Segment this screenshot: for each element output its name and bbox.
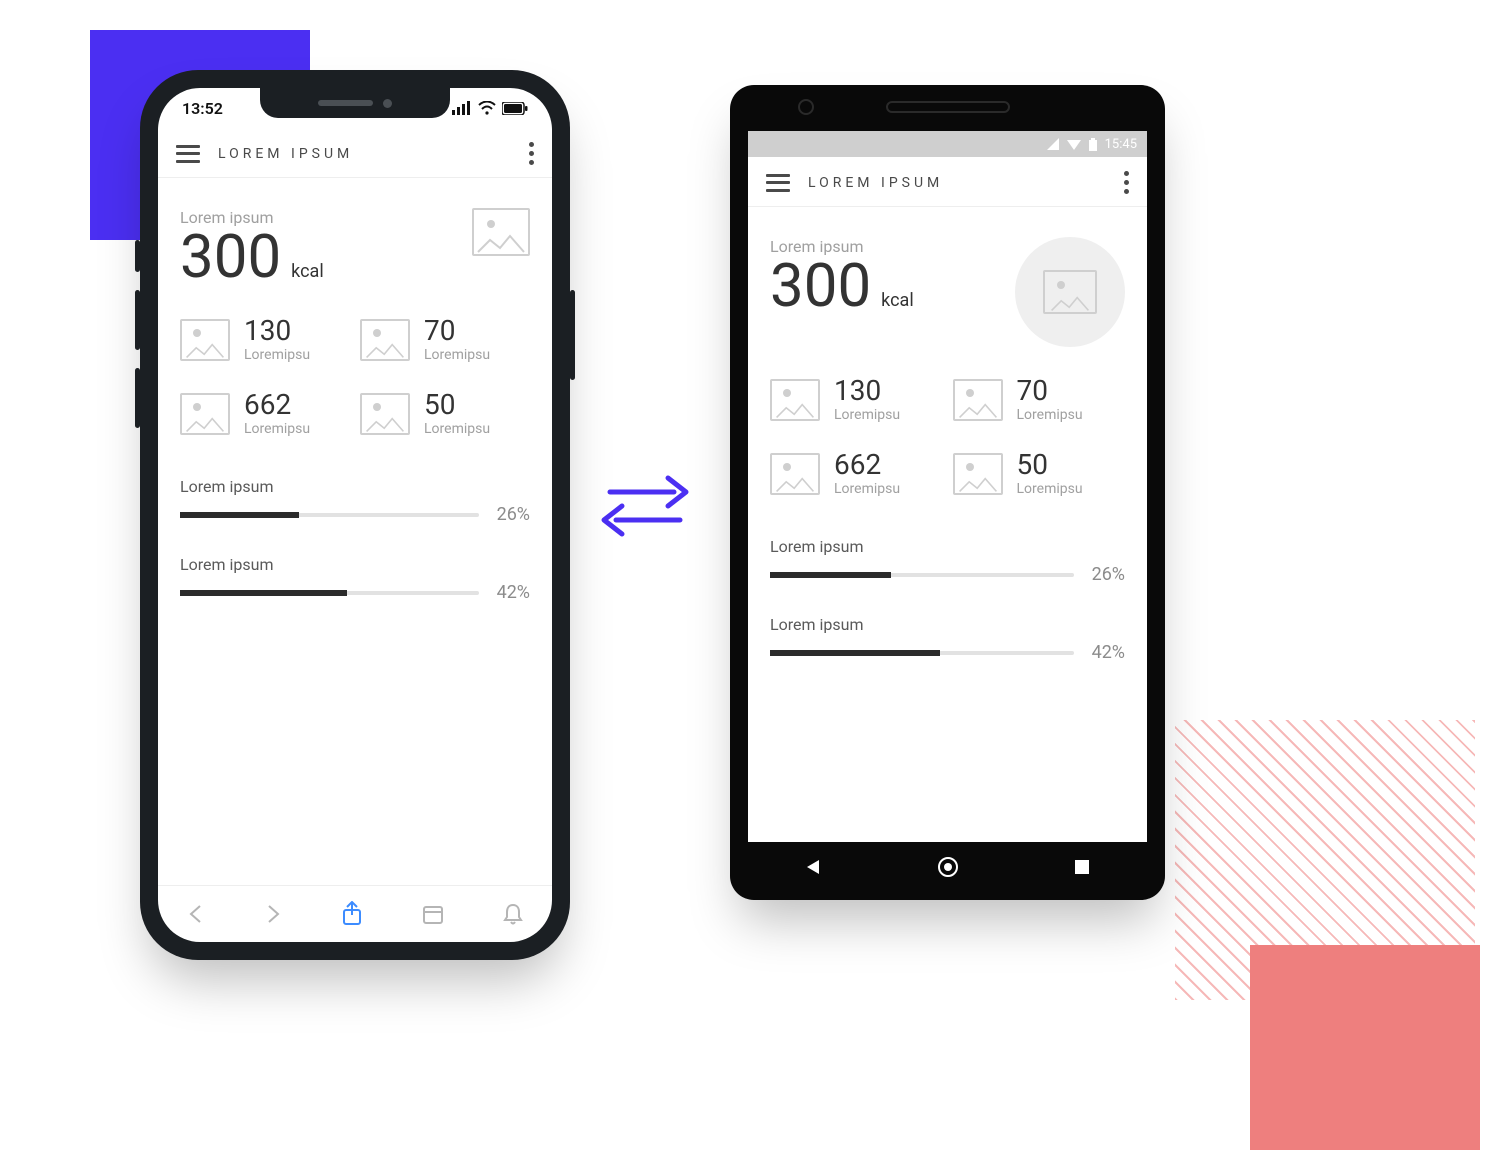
stat-item: 130 Loremipsu (770, 377, 943, 423)
stat-label: Loremipsu (1017, 407, 1083, 423)
image-placeholder-icon (360, 393, 410, 435)
image-placeholder-icon (1043, 270, 1097, 314)
signal-icon (1047, 138, 1059, 150)
image-placeholder-icon (360, 319, 410, 361)
cellular-icon (452, 101, 472, 115)
bell-icon[interactable] (503, 902, 523, 926)
ios-clock: 13:52 (182, 99, 223, 118)
wifi-icon (478, 101, 496, 115)
stat-label: Loremipsu (834, 407, 900, 423)
image-placeholder-icon (770, 379, 820, 421)
image-placeholder-icon (180, 319, 230, 361)
stat-value: 50 (1017, 451, 1083, 479)
android-nav-bar (748, 848, 1147, 886)
stat-value: 662 (834, 451, 900, 479)
swap-icon (585, 460, 705, 550)
progress-bar (180, 513, 479, 517)
android-device-frame: 15:45 LOREM IPSUM Lorem ipsum 300 kcal (730, 85, 1165, 900)
stat-value: 130 (834, 377, 900, 405)
stat-label: Loremipsu (834, 481, 900, 497)
progress-percent: 26% (1092, 564, 1125, 585)
stat-value: 70 (1017, 377, 1083, 405)
image-placeholder-icon (953, 453, 1003, 495)
share-icon[interactable] (341, 901, 363, 927)
hero-value: 300 (770, 250, 871, 321)
android-status-bar: 15:45 (748, 131, 1147, 157)
stat-label: Loremipsu (244, 347, 310, 363)
android-recents-icon[interactable] (1074, 859, 1090, 875)
android-home-icon[interactable] (937, 856, 959, 878)
more-icon[interactable] (1124, 171, 1129, 194)
stat-value: 70 (424, 317, 490, 345)
progress-label: Lorem ipsum (770, 615, 1125, 634)
android-back-icon[interactable] (805, 858, 823, 876)
progress-bar (770, 651, 1074, 655)
stat-item: 662 Loremipsu (180, 391, 350, 437)
hero-unit: kcal (881, 290, 914, 311)
wifi-icon (1067, 138, 1081, 150)
stat-label: Loremipsu (1017, 481, 1083, 497)
progress-percent: 42% (1092, 642, 1125, 663)
stat-item: 662 Loremipsu (770, 451, 943, 497)
stat-item: 130 Loremipsu (180, 317, 350, 363)
stat-value: 50 (424, 391, 490, 419)
progress-label: Lorem ipsum (180, 477, 530, 496)
stat-item: 70 Loremipsu (360, 317, 530, 363)
image-placeholder-icon (770, 453, 820, 495)
menu-icon[interactable] (766, 174, 790, 192)
iphone-device-frame: 13:52 (140, 70, 570, 960)
progress-percent: 26% (497, 504, 530, 525)
hero-unit: kcal (291, 261, 324, 282)
image-placeholder-icon (472, 208, 530, 256)
progress-label: Lorem ipsum (770, 537, 1125, 556)
stat-value: 662 (244, 391, 310, 419)
stat-item: 70 Loremipsu (953, 377, 1126, 423)
decor-coral-square (1250, 945, 1480, 1150)
tabs-icon[interactable] (422, 903, 444, 925)
progress-bar (770, 573, 1074, 577)
progress-percent: 42% (497, 582, 530, 603)
progress-bar (180, 591, 479, 595)
more-icon[interactable] (529, 142, 534, 165)
battery-icon (1089, 138, 1097, 151)
stat-item: 50 Loremipsu (360, 391, 530, 437)
stat-label: Loremipsu (424, 421, 490, 437)
battery-icon (502, 102, 528, 115)
stat-label: Loremipsu (244, 421, 310, 437)
image-placeholder-icon (180, 393, 230, 435)
app-title: LOREM IPSUM (808, 175, 943, 191)
hero-value: 300 (180, 221, 281, 292)
back-icon[interactable] (187, 903, 205, 925)
image-placeholder-icon (953, 379, 1003, 421)
stat-item: 50 Loremipsu (953, 451, 1126, 497)
iphone-notch (260, 88, 450, 118)
forward-icon[interactable] (264, 903, 282, 925)
progress-label: Lorem ipsum (180, 555, 530, 574)
stat-value: 130 (244, 317, 310, 345)
hero-avatar (1015, 237, 1125, 347)
android-clock: 15:45 (1105, 137, 1137, 152)
menu-icon[interactable] (176, 145, 200, 163)
app-title: LOREM IPSUM (218, 146, 353, 162)
stat-label: Loremipsu (424, 347, 490, 363)
